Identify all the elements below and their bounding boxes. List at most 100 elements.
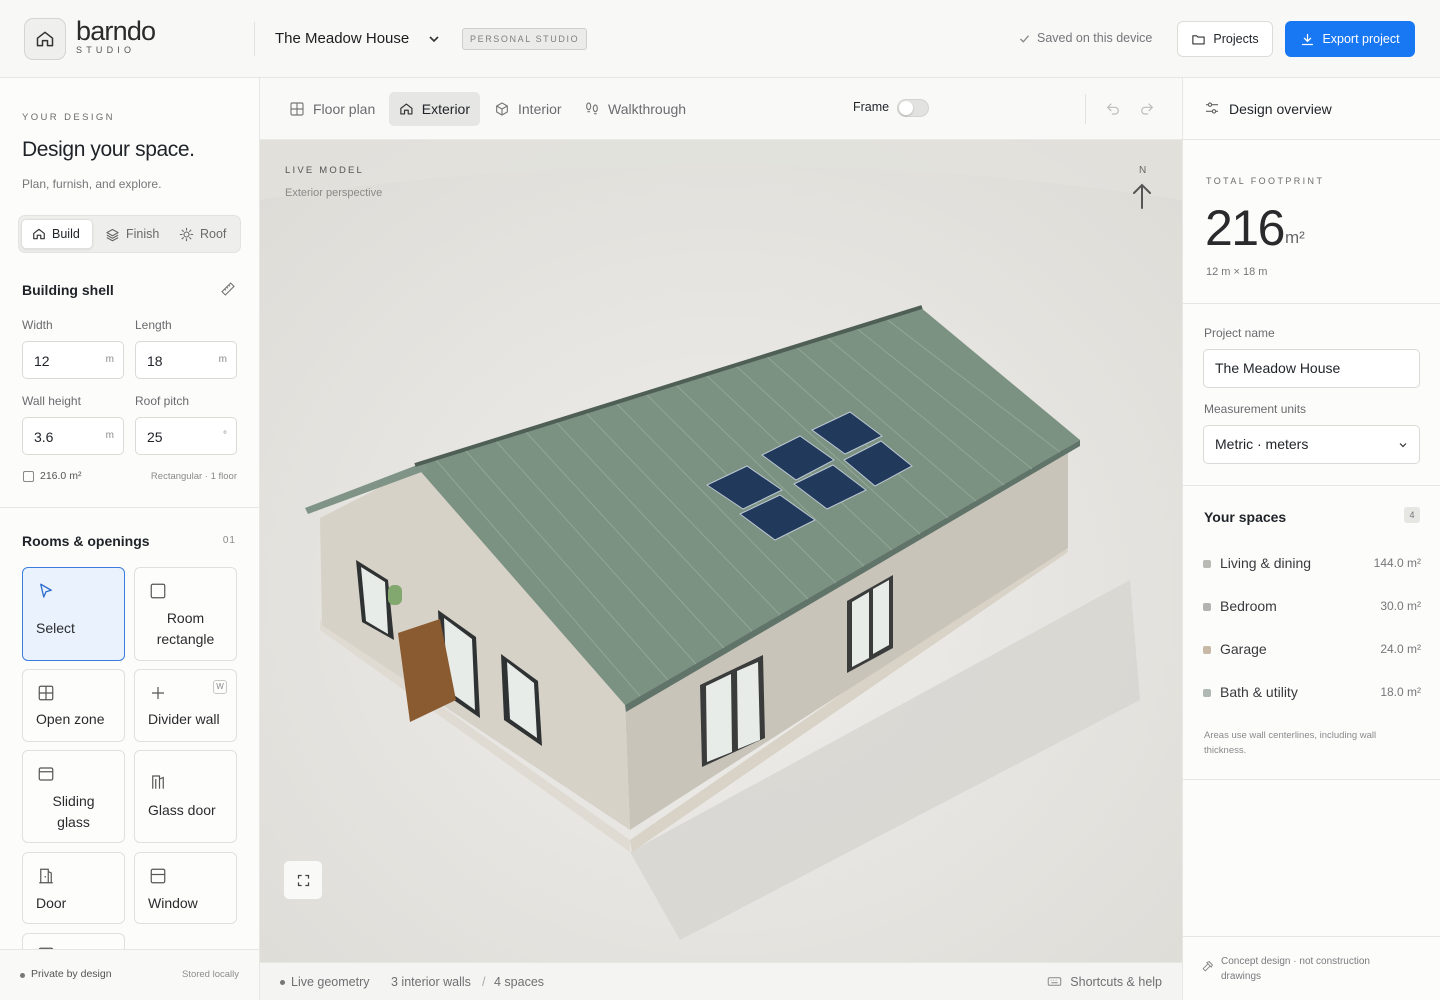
shell-shape: Rectangular · 1 floor [150,471,237,482]
tool-sliding-glass[interactable]: Sliding glass [22,750,125,843]
projects-button[interactable]: Projects [1177,21,1273,57]
tool-divider-wall[interactable]: W Divider wall [134,669,237,742]
chevron-down-icon[interactable] [426,31,442,47]
space-name: Living & dining [1220,555,1312,571]
house-model-render[interactable] [260,140,1182,962]
left-footer: Private by design Stored locally [0,949,259,1000]
status-dot [280,980,285,985]
space-area: 30.0 m² [1380,599,1421,613]
left-panel: YOUR DESIGN Design your space. Plan, fur… [0,78,260,1000]
mode-build[interactable]: Build [21,219,93,249]
mode-roof-label: Roof [200,227,227,241]
hammer-icon [1202,961,1213,972]
live-model-label: LIVE MODEL [285,165,365,176]
space-row[interactable]: Garage 24.0 m² [1203,640,1421,660]
tab-interior[interactable]: Interior [484,92,572,126]
home-icon [36,31,54,47]
right-footer: Concept design · not construction drawin… [1183,936,1440,1000]
cursor-icon [40,583,52,598]
project-name-input[interactable]: The Meadow House [1203,349,1420,388]
design-eyebrow: YOUR DESIGN [22,112,115,123]
chevron-down-icon [1399,443,1407,448]
footprint-label: TOTAL FOOTPRINT [1206,176,1325,186]
area-square-icon [23,471,34,482]
walls-count: 3 interior walls [391,975,471,989]
spaces-count-badge: 4 [1404,507,1420,523]
tool-room-rectangle[interactable]: Room rectangle [134,567,237,661]
ruler-icon[interactable] [220,281,236,297]
length-input[interactable]: 18 m [135,341,237,379]
live-geometry-text: Live geometry [291,975,370,989]
storage-text: Stored locally [181,969,239,980]
roof-pitch-value: 25 [147,429,163,445]
wall-height-input[interactable]: 3.6 m [22,417,124,455]
roof-pitch-input[interactable]: 25 ° [135,417,237,455]
view-tabbar: Floor plan Exterior Interior Walkthrough… [260,78,1182,140]
tab-interior-label: Interior [518,101,562,117]
roof-pitch-unit: ° [223,430,227,441]
saved-status-text: Saved on this device [1037,31,1153,45]
fullscreen-button[interactable] [283,860,323,900]
folder-icon [1192,34,1206,44]
space-row[interactable]: Bedroom 30.0 m² [1203,597,1421,617]
tool-door[interactable]: Door [22,852,125,924]
logo[interactable] [24,18,66,60]
redo-icon[interactable] [1139,100,1155,116]
check-icon [1019,34,1030,43]
tool-glass-door[interactable]: Glass door [134,750,237,843]
project-title[interactable]: The Meadow House [275,30,409,47]
export-button[interactable]: Export project [1285,21,1415,57]
space-color-swatch [1203,603,1211,611]
space-area: 24.0 m² [1380,642,1421,656]
saved-status: Saved on this device [1018,31,1152,45]
width-input[interactable]: 12 m [22,341,124,379]
space-color-swatch [1203,689,1211,697]
mode-finish-label: Finish [126,227,160,241]
tool-select[interactable]: Select [22,567,125,661]
tab-floor-plan-label: Floor plan [313,101,376,117]
tool-window[interactable]: Window [134,852,237,924]
status-dot [20,973,25,978]
model-viewport[interactable]: LIVE MODEL Exterior perspective N [260,140,1182,962]
cube-icon [496,102,508,116]
live-model-sub: Exterior perspective [285,187,383,199]
export-label: Export project [1322,32,1400,46]
design-subheading: Plan, furnish, and explore. [22,177,162,191]
length-label: Length [135,318,172,332]
status-separator: / [482,975,486,989]
design-heading: Design your space. [22,138,195,161]
space-name: Bedroom [1220,598,1277,614]
building-shell-title: Building shell [22,282,114,298]
units-select[interactable]: Metric · meters [1203,425,1420,464]
sliders-icon [1206,102,1218,114]
rooms-title: Rooms & openings [22,533,150,549]
tool-divider-wall-label: Divider wall [148,711,220,727]
divider [254,22,255,56]
frame-toggle[interactable] [897,99,929,117]
shortcut-badge: W [213,680,227,694]
space-row[interactable]: Living & dining 144.0 m² [1203,554,1421,574]
width-label: Width [22,318,53,332]
north-arrow-icon[interactable] [1131,182,1153,210]
space-row[interactable]: Bath & utility 18.0 m² [1203,683,1421,703]
tab-floor-plan[interactable]: Floor plan [279,92,385,126]
space-name: Bath & utility [1220,684,1298,700]
space-color-swatch [1203,560,1211,568]
mode-build-label: Build [52,227,80,241]
floorplan-icon [290,102,304,116]
privacy-text: Private by design [31,968,112,980]
tab-walkthrough[interactable]: Walkthrough [574,92,696,126]
shortcuts-help[interactable]: Shortcuts & help [1047,974,1162,989]
tab-walkthrough-label: Walkthrough [608,101,687,117]
mode-finish[interactable]: Finish [95,219,169,249]
undo-icon[interactable] [1105,100,1121,116]
footer-note: Concept design · not construction drawin… [1221,956,1370,982]
mode-roof[interactable]: Roof [169,219,236,249]
divider [1085,94,1086,124]
length-value: 18 [147,353,163,369]
tool-open-zone[interactable]: Open zone [22,669,125,742]
footprint-unit: m² [1285,228,1305,247]
frame-label: Frame [853,100,890,114]
tab-exterior[interactable]: Exterior [389,92,480,126]
space-area: 18.0 m² [1380,685,1421,699]
